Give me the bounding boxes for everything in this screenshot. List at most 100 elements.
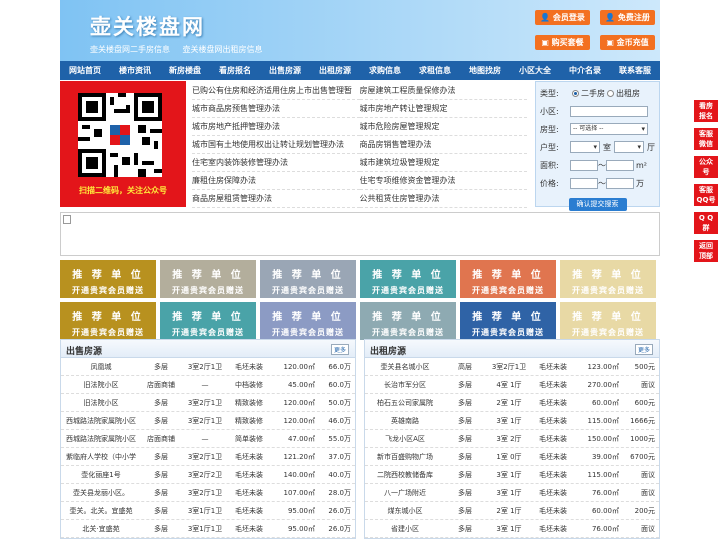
recommend-slot[interactable]: 推 荐 单 位开通贵宾会员赠送 [560,302,656,340]
recommend-slot[interactable]: 推 荐 单 位开通贵宾会员赠送 [160,260,256,298]
listing-cell: 3室 1厅 [496,417,522,425]
register-label: 免费注册 [617,13,650,22]
side-button[interactable]: 看房 报名 [694,100,718,122]
community-input[interactable] [570,105,648,117]
nav-for-rent[interactable]: 出租房源 [319,65,351,76]
side-button[interactable]: 返回 顶部 [694,240,718,262]
listing-row[interactable]: 西城路法院家属院小区 多层 3室2厅1卫 精致装修 120.00㎡ 46.0万 [61,412,355,430]
nav-for-sale[interactable]: 出售房源 [269,65,301,76]
nav-wanted-rent[interactable]: 求租信息 [419,65,451,76]
area-max-input[interactable] [606,159,634,171]
listing-cell: 多层 [154,525,168,533]
listing-cell: 柏石五公司家属院 [377,399,433,407]
policy-link[interactable]: 城市危险房屋管理规定 [359,118,527,136]
buy-package-button[interactable]: ▣ 购买套餐 [535,35,590,50]
user-add-icon: 👤 [605,13,616,22]
recommend-slot[interactable]: 推 荐 单 位开通贵宾会员赠送 [60,302,156,340]
listing-row[interactable]: 壶关。北关。宜盛苑 多层 3室1厅1卫 毛坯未装 95.00㎡ 26.0万 [61,502,355,520]
policy-link[interactable]: 住宅室内装饰装修管理办法 [192,154,360,172]
listing-cell: 4室 1厅 [496,381,522,389]
nav-agents[interactable]: 中介名录 [569,65,601,76]
recommend-slot[interactable]: 推 荐 单 位开通贵宾会员赠送 [360,260,456,298]
recommend-slot[interactable]: 推 荐 单 位开通贵宾会员赠送 [260,302,356,340]
policy-link[interactable]: 住宅专项维修资金管理办法 [359,172,527,190]
policy-link[interactable]: 房屋建筑工程质量保修办法 [359,82,527,100]
nav-new-homes[interactable]: 新房楼盘 [169,65,201,76]
listing-row[interactable]: 英雄南路 多层 3室 1厅 毛坯未装 115.00㎡ 1666元 [365,412,659,430]
policy-link[interactable]: 城市国有土地使用权出让转让规划管理办法 [192,136,360,154]
price-min-input[interactable] [570,177,598,189]
nav-map[interactable]: 地图找房 [469,65,501,76]
side-button[interactable]: 客服 QQ号 [694,184,718,206]
side-button[interactable]: 公众号 [694,156,718,178]
listing-row[interactable]: 飞龙小区A区 多层 3室 2厅 毛坯未装 150.00㎡ 1000元 [365,430,659,448]
policy-link[interactable]: 城市建筑垃圾管理规定 [359,154,527,172]
nav-contact[interactable]: 联系客服 [619,65,651,76]
login-button[interactable]: 👤 会员登录 [535,10,590,25]
listing-row[interactable]: 省建小区 多层 3室 1厅 毛坯未装 76.00㎡ 面议 [365,520,659,538]
listing-cell: 多层 [154,417,168,425]
recharge-button[interactable]: ▣ 金币充值 [600,35,655,50]
nav-wanted-buy[interactable]: 求购信息 [369,65,401,76]
policy-link[interactable]: 商品房屋租赁管理办法 [192,190,360,208]
radio-rental[interactable] [607,89,614,97]
policy-link[interactable]: 公共租赁住房管理办法 [359,190,527,208]
listing-row[interactable]: 壶关县名城小区 高层 3室2厅1卫 毛坯未装 123.00㎡ 500元 [365,358,659,376]
listing-cell: 面议 [641,381,655,389]
register-button[interactable]: 👤 免费注册 [600,10,655,25]
listing-cell: 面议 [641,525,655,533]
listing-cell: 毛坯未装 [539,399,567,407]
listing-row[interactable]: 新市百盛购物广场 多层 1室 0厅 毛坯未装 39.00㎡ 6700元 [365,448,659,466]
recommend-slot[interactable]: 推 荐 单 位开通贵宾会员赠送 [460,302,556,340]
recommend-slot[interactable]: 推 荐 单 位开通贵宾会员赠送 [160,302,256,340]
room-select[interactable] [570,141,600,153]
listing-row[interactable]: 紫临府人学校（中小学 多层 3室2厅1卫 毛坯未装 121.20㎡ 37.0万 [61,448,355,466]
listing-row[interactable]: 壶关县龙丽小区。 多层 3室2厅1卫 毛坯未装 107.00㎡ 28.0万 [61,484,355,502]
listing-row[interactable]: 西城路法院家属院小区 店面商铺 — 简单装修 47.00㎡ 55.0万 [61,430,355,448]
policy-link[interactable]: 已购公有住房和经济适用住房上市出售管理暂 [192,82,360,100]
nav-viewing-signup[interactable]: 看房报名 [219,65,251,76]
price-tilde: ～ [598,178,606,188]
site-logo[interactable]: 壶关楼盘网 [90,11,205,41]
policy-links: 已购公有住房和经济适用住房上市出售管理暂 房屋建筑工程质量保修办法 城市商品房预… [186,81,531,208]
banner-image[interactable] [60,212,660,256]
listing-row[interactable]: 八一广场附近 多层 3室 1厅 毛坯未装 76.00㎡ 面议 [365,484,659,502]
listing-row[interactable]: 北关·宜盛苑 多层 3室1厅1卫 毛坯未装 95.00㎡ 26.0万 [61,520,355,538]
nav-communities[interactable]: 小区大全 [519,65,551,76]
search-submit-button[interactable]: 确认提交搜索 [568,198,627,211]
policy-link[interactable]: 廉租住房保障办法 [192,172,360,190]
nav-news[interactable]: 楼市资讯 [119,65,151,76]
radio-secondhand[interactable] [572,89,579,97]
recommend-slot[interactable]: 推 荐 单 位开通贵宾会员赠送 [560,260,656,298]
nav-home[interactable]: 网站首页 [69,65,101,76]
hall-select[interactable] [614,141,644,153]
side-button[interactable]: 客服 微信 [694,128,718,150]
listing-row[interactable]: 旧法院小区 店面商铺 — 中档装修 45.00㎡ 60.0万 [61,376,355,394]
listing-cell: 多层 [458,489,472,497]
sale-more-link[interactable]: 更多 [330,344,349,355]
listing-row[interactable]: 凤凰城 多层 3室2厅1卫 毛坯未装 120.00㎡ 66.0万 [61,358,355,376]
area-min-input[interactable] [570,159,598,171]
listing-cell: 毛坯未装 [539,525,567,533]
recommend-slot[interactable]: 推 荐 单 位开通贵宾会员赠送 [260,260,356,298]
policy-link[interactable]: 城市商品房预售管理办法 [192,100,360,118]
recommend-slot[interactable]: 推 荐 单 位开通贵宾会员赠送 [60,260,156,298]
listing-row[interactable]: 柏石五公司家属院 多层 2室 1厅 毛坯未装 60.00㎡ 600元 [365,394,659,412]
listing-cell: 3室1厅1卫 [187,525,223,533]
listing-cell: 270.00㎡ [587,381,620,389]
policy-link[interactable]: 城市房地产抵押管理办法 [192,118,360,136]
price-max-input[interactable] [606,177,634,189]
house-type-select[interactable]: -- 可选择 -- [570,123,648,135]
recommend-slot[interactable]: 推 荐 单 位开通贵宾会员赠送 [360,302,456,340]
policy-link[interactable]: 城市房地产转让管理规定 [359,100,527,118]
listing-row[interactable]: 煤东城小区 多层 2室 1厅 毛坯未装 60.00㎡ 200元 [365,502,659,520]
listing-row[interactable]: 旧法院小区 多层 3室2厅1卫 精致装修 120.00㎡ 50.0万 [61,394,355,412]
policy-link[interactable]: 商品房销售管理办法 [359,136,527,154]
listing-cell: 西城路法院家属院小区 [66,417,136,425]
rent-more-link[interactable]: 更多 [634,344,653,355]
listing-row[interactable]: 二院西校教储备库 多层 3室 1厅 毛坯未装 115.00㎡ 面议 [365,466,659,484]
recommend-slot[interactable]: 推 荐 单 位开通贵宾会员赠送 [460,260,556,298]
listing-row[interactable]: 壶化丽座1号 多层 3室2厅2卫 毛坯未装 140.00㎡ 40.0万 [61,466,355,484]
listing-row[interactable]: 长治市军分区 多层 4室 1厅 毛坯未装 270.00㎡ 面议 [365,376,659,394]
side-button[interactable]: Q Q 群 [694,212,718,234]
